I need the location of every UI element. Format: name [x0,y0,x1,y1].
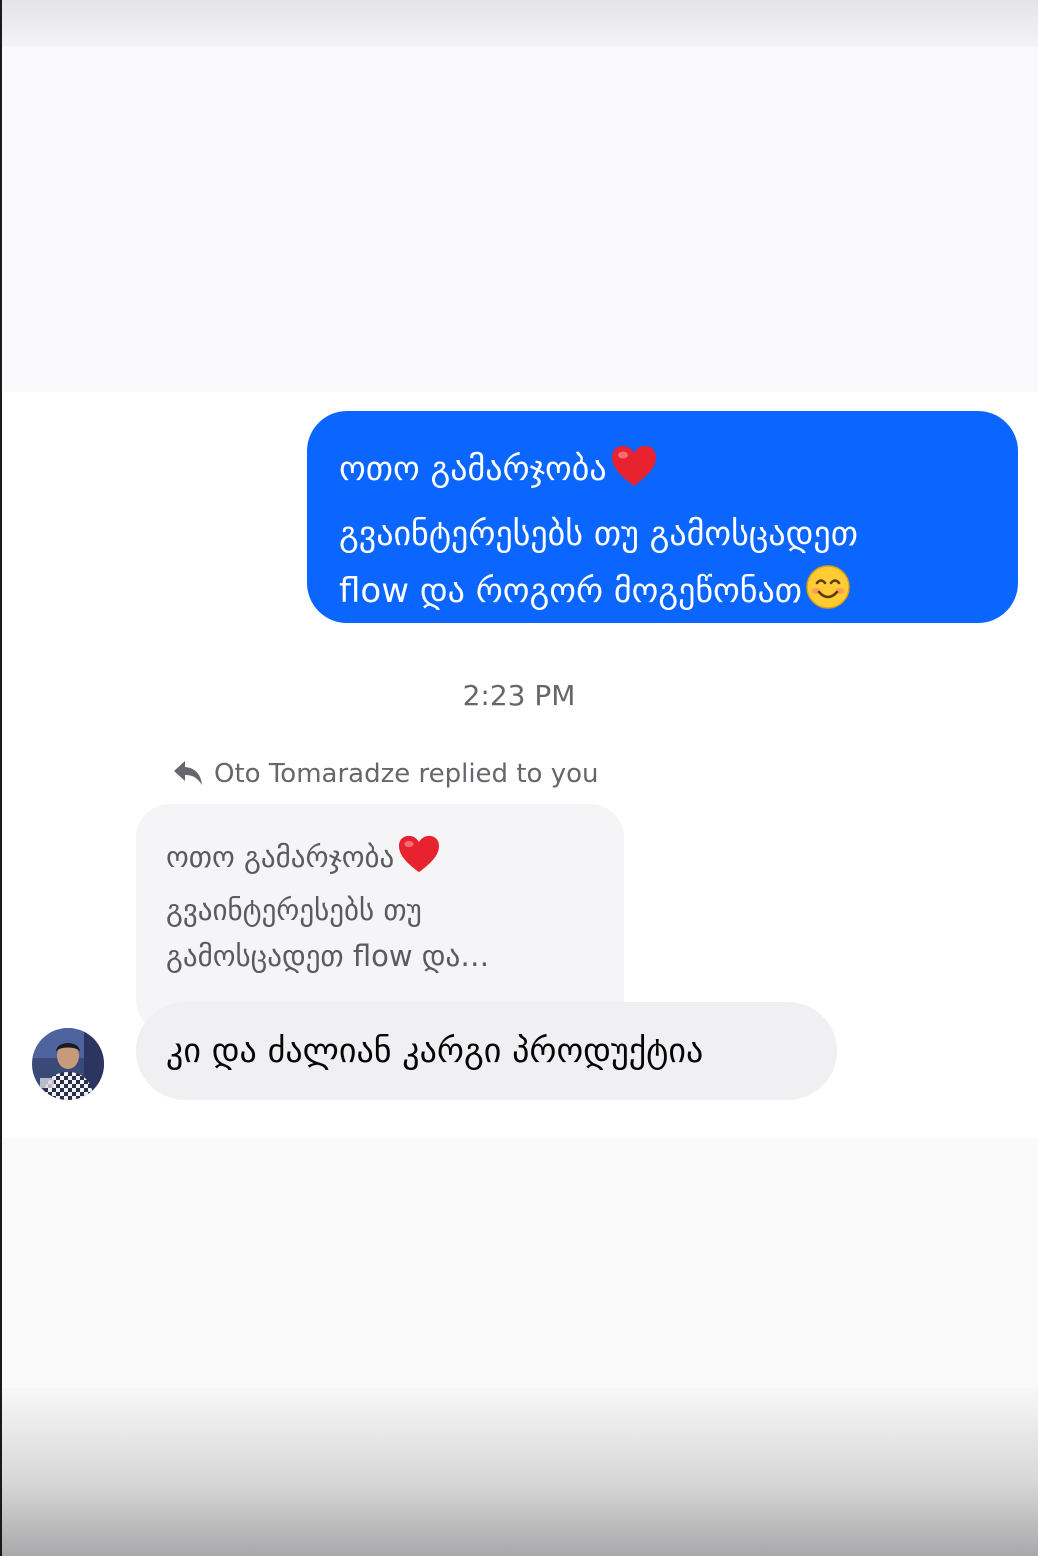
reply-header-text: Oto Tomaradze replied to you [214,759,599,789]
red-heart-icon [610,444,658,506]
smiling-face-icon [805,564,851,628]
quoted-message-line: ოთო გამარჯობა [166,834,604,887]
sent-message-line-text: ოთო გამარჯობა [339,449,607,489]
sent-message-line-text: flow და როგორ მოგეწონათ [339,571,802,611]
user-avatar[interactable] [32,1028,104,1100]
bottom-shade [0,1388,1038,1556]
status-bar-shade [0,0,1038,46]
quoted-message-line: გვაინტერესებს თუ [166,887,604,933]
quoted-message-line-text: გვაინტერესებს თუ [166,893,422,927]
received-message-bubble[interactable]: კი და ძალიან კარგი პროდუქტია [136,1002,837,1100]
sent-message-bubble[interactable]: ოთო გამარჯობა გვაინტერესებს თუ გამოსცადე… [307,411,1018,623]
reply-arrow-icon [172,759,204,789]
conversation-footer-area [0,1138,1038,1388]
sent-message-line: flow და როგორ მოგეწონათ [339,563,988,628]
quoted-message-line-text: გამოსცადეთ flow და… [166,939,490,973]
message-timestamp: 2:23 PM [462,679,576,712]
reply-header: Oto Tomaradze replied to you [172,756,598,792]
screen-edge [0,0,2,1556]
received-message-text: კი და ძალიან კარგი პროდუქტია [166,1031,704,1071]
sent-message-line: ოთო გამარჯობა [339,441,988,506]
quoted-message-bubble[interactable]: ოთო გამარჯობა გვაინტერესებს თუ გამოსცადე… [136,804,624,1034]
sent-message-line-text: გვაინტერესებს თუ გამოსცადეთ [339,514,858,554]
conversation-header-area [0,46,1038,392]
red-heart-icon [397,834,441,887]
sent-message-line: გვაინტერესებს თუ გამოსცადეთ [339,506,988,563]
quoted-message-line: გამოსცადეთ flow და… [166,933,604,979]
quoted-message-line-text: ოთო გამარჯობა [166,840,395,874]
